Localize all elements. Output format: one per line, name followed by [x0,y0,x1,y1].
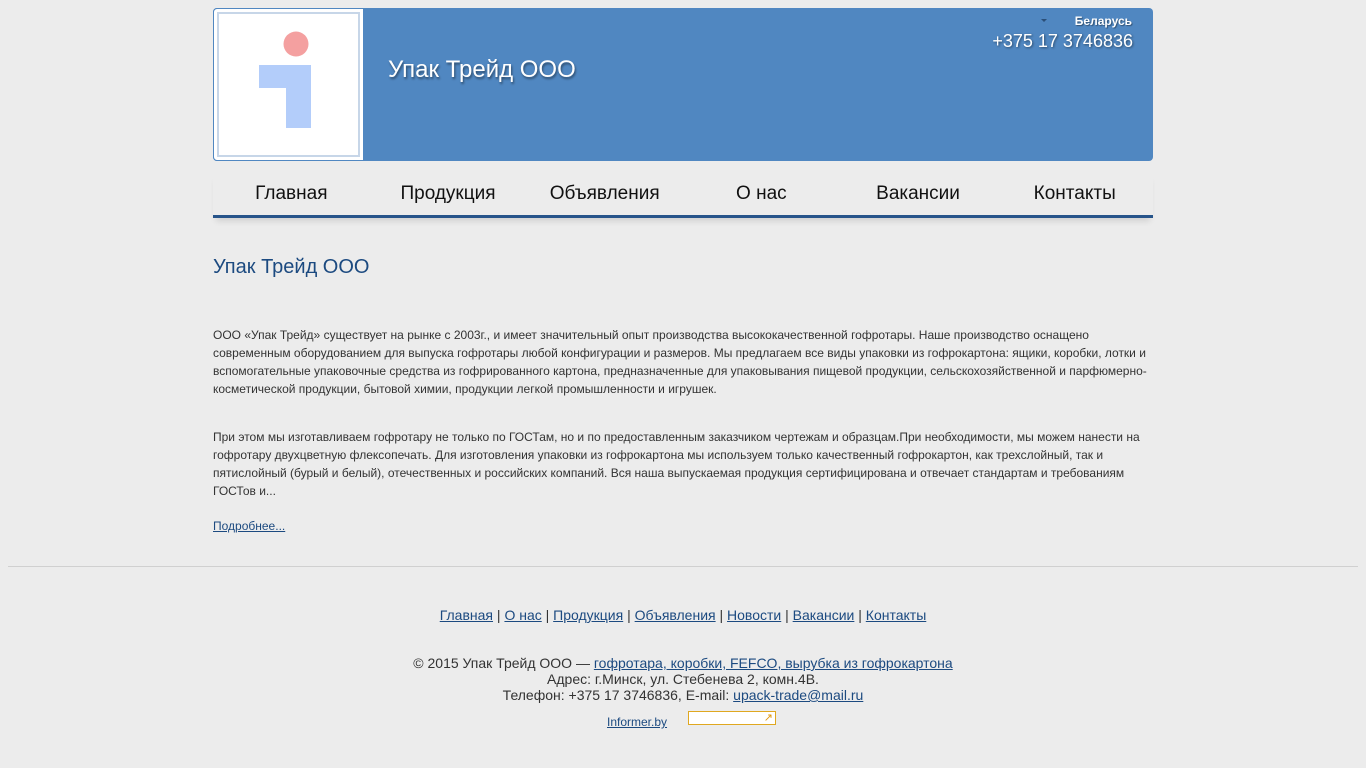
email-link[interactable]: upack-trade@mail.ru [733,687,863,703]
nav-item-vacancies[interactable]: Вакансии [840,172,997,215]
nav-item-products[interactable]: Продукция [370,172,527,215]
footer-link-ads[interactable]: Объявления [635,607,716,623]
info-logo-icon [259,31,311,128]
copyright-text: © 2015 Упак Трейд ООО — [413,655,590,671]
informer-link[interactable]: Informer.by [607,715,667,729]
intro-paragraph: ООО «Упак Трейд» существует на рынке с 2… [213,328,1147,396]
nav-item-home[interactable]: Главная [213,172,370,215]
footer-info: © 2015 Упак Трейд ООО — гофротара, короб… [0,655,1366,703]
nav-item-label: Объявления [549,183,660,204]
link-separator: | [496,607,501,623]
link-separator: | [627,607,631,623]
address-line: Адрес: г.Минск, ул. Стебенева 2, комн.4В… [547,671,819,687]
nav-item-label: Контакты [1033,183,1116,204]
page-title: Упак Трейд ООО [213,256,370,278]
footer-link-news[interactable]: Новости [727,607,781,623]
site-header: Упак Трейд ООО Беларусь +375 17 3746836 [213,8,1153,161]
footer-link-contacts[interactable]: Контакты [866,607,926,623]
site-title[interactable]: Упак Трейд ООО [388,56,576,84]
footer-nav: Главная | О нас | Продукция | Объявления… [0,607,1366,623]
details-paragraph: При этом мы изготавливаем гофротару не т… [213,430,1140,498]
phone-text: Телефон: +375 17 3746836, E-mail: [502,687,730,703]
footer-divider [8,566,1358,567]
read-more-link[interactable]: Подробнее... [213,519,285,533]
copyright-link[interactable]: гофротара, коробки, FEFCO, вырубка из го… [594,655,953,671]
nav-item-label: Продукция [400,183,496,204]
chevron-down-icon[interactable] [1041,19,1047,22]
footer-link-about[interactable]: О нас [504,607,541,623]
nav-item-label: Вакансии [876,183,960,204]
footer-link-products[interactable]: Продукция [553,607,623,623]
footer-link-home[interactable]: Главная [440,607,493,623]
informer-widget[interactable]: ↗ [688,711,776,725]
header-phone: +375 17 3746836 [992,31,1133,51]
arrow-up-right-icon: ↗ [763,712,773,724]
region-selector[interactable]: Беларусь [1075,14,1132,28]
logo[interactable] [213,8,364,161]
nav-item-label: Главная [255,183,328,204]
link-separator: | [545,607,550,623]
nav-item-contacts[interactable]: Контакты [996,172,1153,215]
nav-item-ads[interactable]: Объявления [526,172,683,215]
nav-item-about[interactable]: О нас [683,172,840,215]
footer-link-vacancies[interactable]: Вакансии [793,607,855,623]
nav-item-label: О нас [736,183,787,204]
contact-line: Телефон: +375 17 3746836, E-mail: upack-… [0,687,1366,703]
copyright-line: © 2015 Упак Трейд ООО — гофротара, короб… [0,655,1366,671]
link-separator: | [719,607,724,623]
link-separator: | [785,607,789,623]
logo-frame [217,12,360,157]
main-nav: Главная Продукция Объявления О нас Вакан… [213,172,1153,218]
link-separator: | [858,607,862,623]
